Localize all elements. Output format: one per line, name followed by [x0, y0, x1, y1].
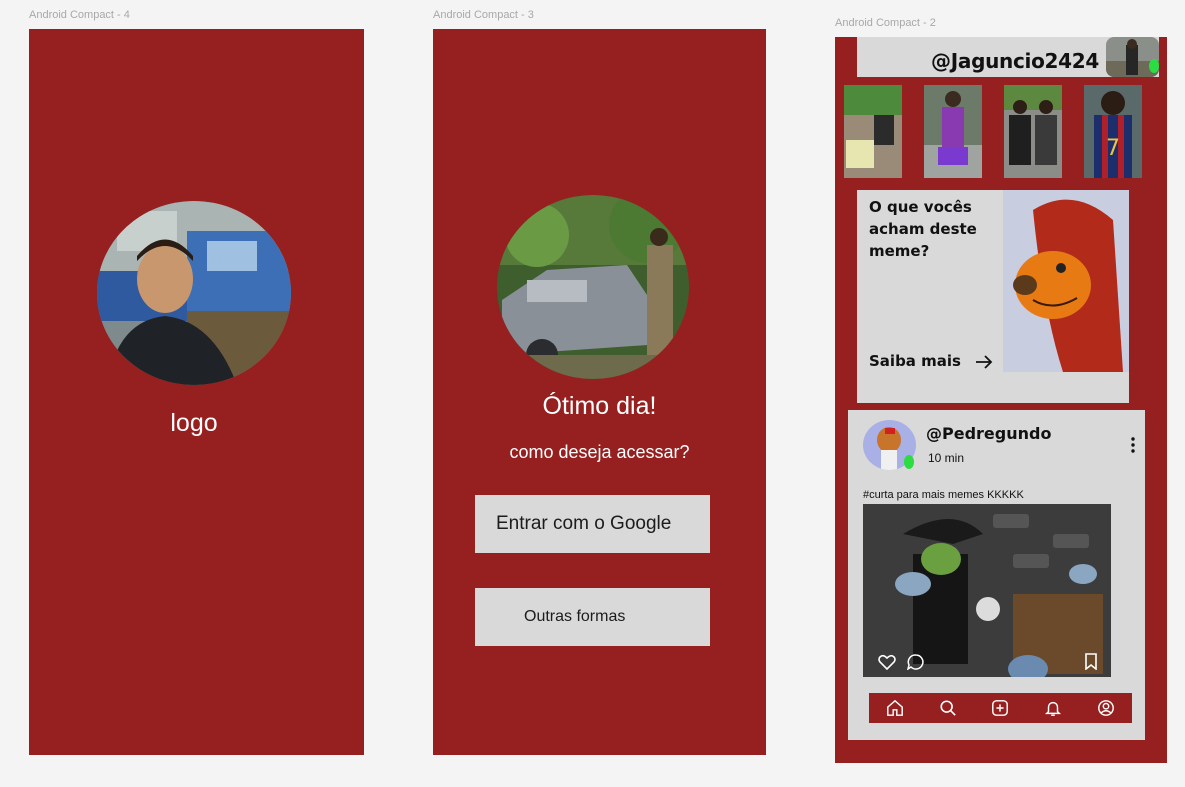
frame-label-splash: Android Compact - 4 [29, 9, 130, 21]
post-time: 10 min [928, 451, 965, 465]
promo-card-link[interactable]: Saiba mais [869, 352, 993, 370]
more-options-icon[interactable] [1130, 437, 1136, 453]
like-icon[interactable] [878, 654, 896, 671]
other-login-label: Outras formas [524, 608, 626, 625]
comment-icon[interactable] [906, 654, 925, 671]
google-login-button[interactable]: Entrar com o Google [475, 495, 710, 553]
profile-icon[interactable] [1096, 698, 1116, 718]
story-thumbnail[interactable]: 7 [1084, 85, 1142, 178]
online-status-dot [1149, 59, 1159, 73]
add-post-icon[interactable] [990, 698, 1010, 718]
splash-photo [97, 201, 291, 385]
frame-label-feed: Android Compact - 2 [835, 17, 936, 29]
promo-meme-image [1003, 190, 1129, 372]
bookmark-icon[interactable] [1084, 653, 1098, 671]
post-author-name[interactable]: @Pedregundo [926, 424, 1051, 443]
post-card: @Pedregundo 10 min #curta para mais meme… [848, 410, 1145, 740]
profile-header: @Jaguncio2424 [857, 37, 1159, 77]
story-thumbnail[interactable] [924, 85, 982, 178]
story-thumbnail[interactable] [1004, 85, 1062, 178]
bottom-nav-bar [869, 693, 1132, 723]
login-screen: Ótimo dia! como deseja acessar? Entrar c… [433, 29, 766, 755]
arrow-right-icon [975, 354, 993, 369]
greeting-heading: Ótimo dia! [542, 392, 657, 420]
promo-card[interactable]: O que vocês acham deste meme? Saiba mais [857, 190, 1129, 403]
google-login-label: Entrar com o Google [496, 513, 672, 534]
search-icon[interactable] [938, 698, 958, 718]
logo-text: logo [170, 409, 218, 437]
access-prompt: como deseja acessar? [509, 442, 690, 462]
feed-screen: @Jaguncio2424 7 O que vocês acham deste … [835, 37, 1167, 763]
current-username[interactable]: @Jaguncio2424 [931, 49, 1099, 73]
promo-card-cta: Saiba mais [869, 352, 961, 370]
frame-label-login: Android Compact - 3 [433, 9, 534, 21]
post-caption: #curta para mais memes KKKKK [863, 489, 1024, 501]
bell-icon[interactable] [1043, 698, 1063, 718]
story-thumbnail[interactable] [844, 85, 902, 178]
post-image[interactable] [863, 504, 1111, 677]
author-online-dot [904, 455, 914, 469]
promo-card-title: O que vocês acham deste meme? [869, 198, 977, 260]
home-icon[interactable] [885, 698, 905, 718]
svg-text:7: 7 [1106, 136, 1120, 161]
splash-screen: logo [29, 29, 364, 755]
other-login-button[interactable]: Outras formas [475, 588, 710, 646]
login-photo [497, 195, 689, 379]
